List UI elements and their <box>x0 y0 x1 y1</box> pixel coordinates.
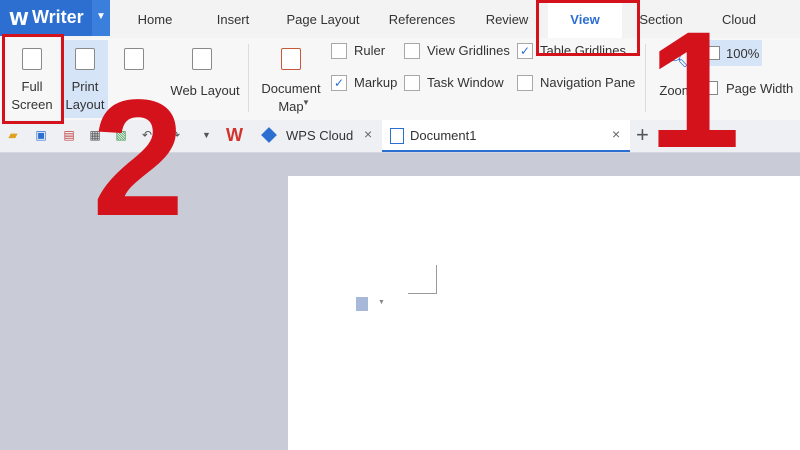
save-icon[interactable]: ▣ <box>34 128 48 142</box>
ribbon-separator <box>645 44 646 112</box>
view-gridlines-label: View Gridlines <box>427 43 510 58</box>
markup-checkbox[interactable]: ✓ <box>331 75 347 91</box>
document-map-label-1: Document <box>261 81 321 96</box>
close-icon[interactable]: × <box>364 126 372 142</box>
tab-review[interactable]: Review <box>472 0 542 38</box>
doc-tab-label: WPS Cloud <box>286 128 354 143</box>
web-layout-icon <box>192 48 212 70</box>
table-gridlines-checkbox[interactable]: ✓ <box>517 43 533 59</box>
new-tab-plus-icon[interactable]: + <box>636 122 649 148</box>
chevron-down-icon[interactable]: ▼ <box>92 0 110 36</box>
document-map-icon <box>281 48 301 70</box>
document-page[interactable] <box>288 176 800 450</box>
doc-tab-label: Document1 <box>410 128 477 143</box>
chevron-down-icon[interactable]: ▼ <box>378 299 385 306</box>
navigation-pane-label: Navigation Pane <box>540 75 636 90</box>
cloud-cube-icon <box>261 127 277 143</box>
view-gridlines-checkbox[interactable] <box>404 43 420 59</box>
ruler-checkbox[interactable] <box>331 43 347 59</box>
markup-label: Markup <box>354 75 398 90</box>
task-window-label: Task Window <box>427 75 504 90</box>
paste-options-icon[interactable] <box>356 297 368 311</box>
tab-home[interactable]: Home <box>120 0 190 38</box>
task-window-checkbox[interactable] <box>404 75 420 91</box>
open-folder-icon[interactable]: ▰ <box>6 128 20 142</box>
doc-tab-wps-cloud[interactable]: WPS Cloud × <box>256 120 380 152</box>
ruler-label: Ruler <box>354 43 386 58</box>
chevron-down-icon: ▼ <box>302 98 310 107</box>
ribbon-separator <box>248 44 249 112</box>
tab-insert[interactable]: Insert <box>198 0 268 38</box>
tab-references[interactable]: References <box>378 0 466 38</box>
close-icon[interactable]: × <box>612 126 620 142</box>
tab-page-layout[interactable]: Page Layout <box>278 0 368 38</box>
wps-logo-icon: W <box>9 9 29 30</box>
margin-corner-mark <box>408 265 437 294</box>
document-icon <box>390 128 404 144</box>
annotation-number-2: 2 <box>92 66 185 251</box>
app-menu-button[interactable]: W Writer ▼ <box>0 0 110 36</box>
annotation-box-full-screen <box>2 34 64 124</box>
chevron-down-icon[interactable]: ▼ <box>202 130 211 140</box>
annotation-number-1: 1 <box>648 0 741 183</box>
navigation-pane-checkbox[interactable] <box>517 75 533 91</box>
document-map-button[interactable]: Document Map ▼ <box>256 40 326 118</box>
document-map-label-2: Map <box>278 99 304 114</box>
app-name: Writer <box>32 7 84 27</box>
annotation-box-view-tab <box>536 0 640 56</box>
wps-home-icon[interactable]: W <box>226 125 252 147</box>
export-pdf-icon[interactable]: ▤ <box>62 128 76 142</box>
doc-tab-document1[interactable]: Document1 × <box>382 120 630 152</box>
